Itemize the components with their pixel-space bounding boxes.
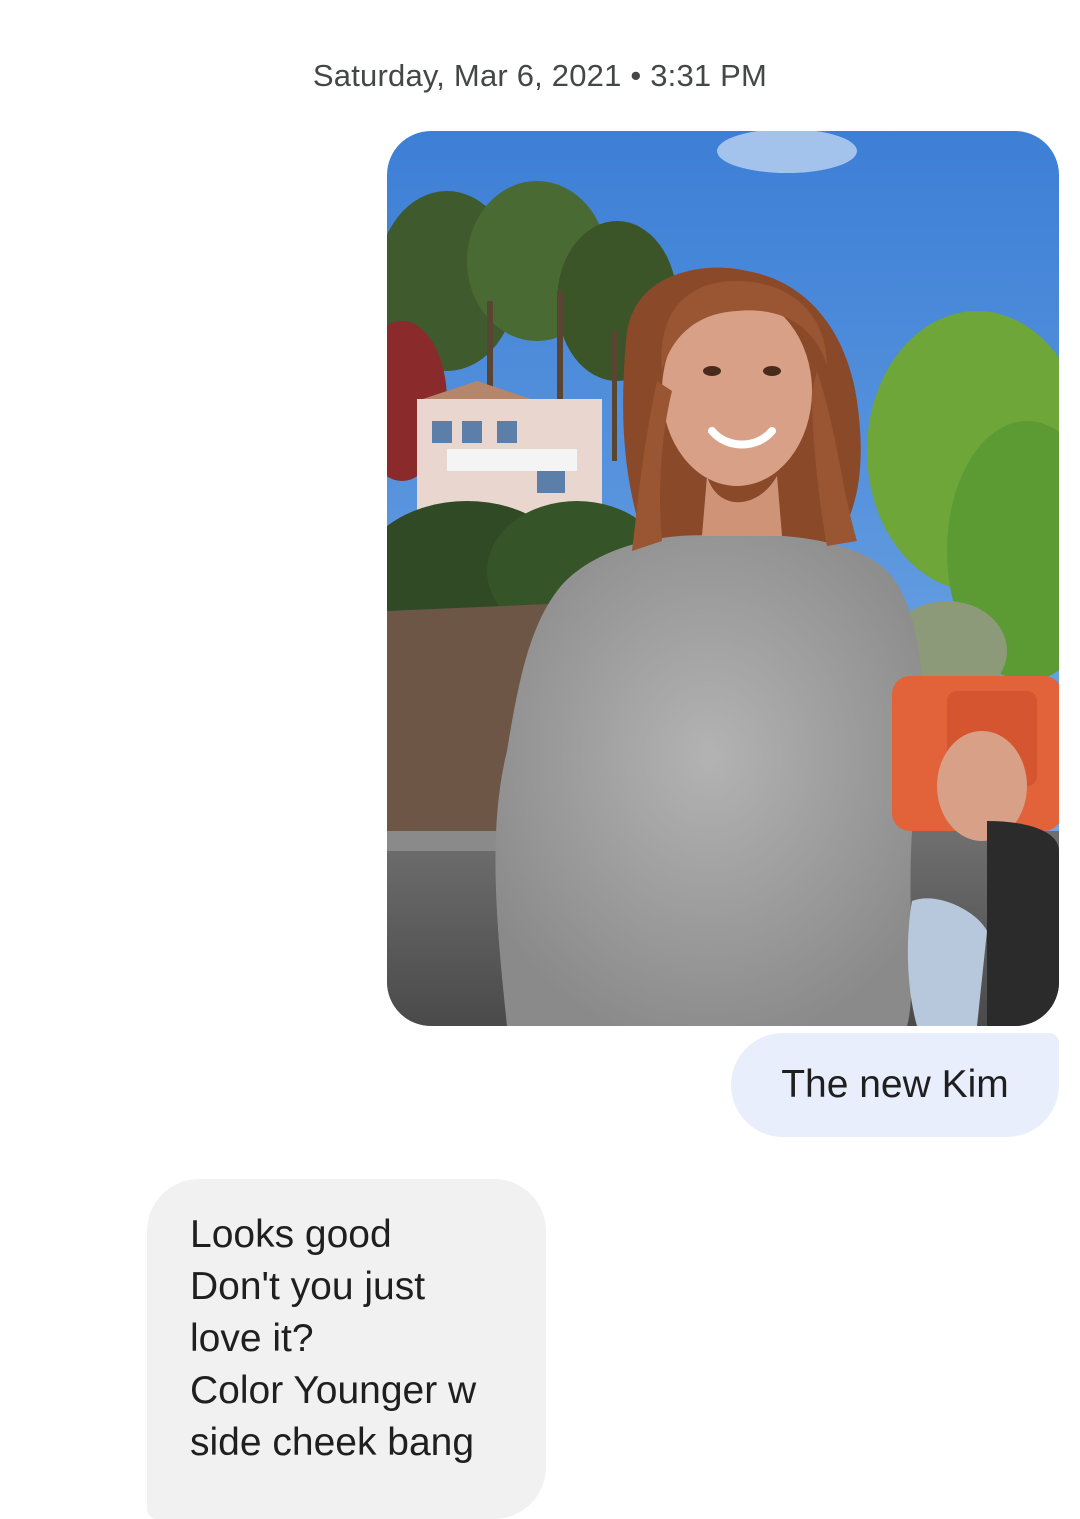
incoming-text-message[interactable]: Looks good Don't you just love it? Color… [147, 1179, 546, 1519]
conversation-timestamp: Saturday, Mar 6, 2021 • 3:31 PM [312, 58, 768, 93]
message-line: Color Younger w [190, 1369, 477, 1412]
outgoing-photo-message[interactable] [387, 131, 1059, 1026]
message-line: Don't you just [190, 1265, 426, 1308]
photo-image [387, 131, 1059, 1026]
message-line: Looks good [190, 1213, 392, 1256]
message-text: The new Kim [781, 1063, 1009, 1106]
message-line: side cheek bang [190, 1421, 475, 1464]
message-line: love it? [190, 1317, 314, 1360]
outgoing-text-message[interactable]: The new Kim [731, 1033, 1059, 1137]
